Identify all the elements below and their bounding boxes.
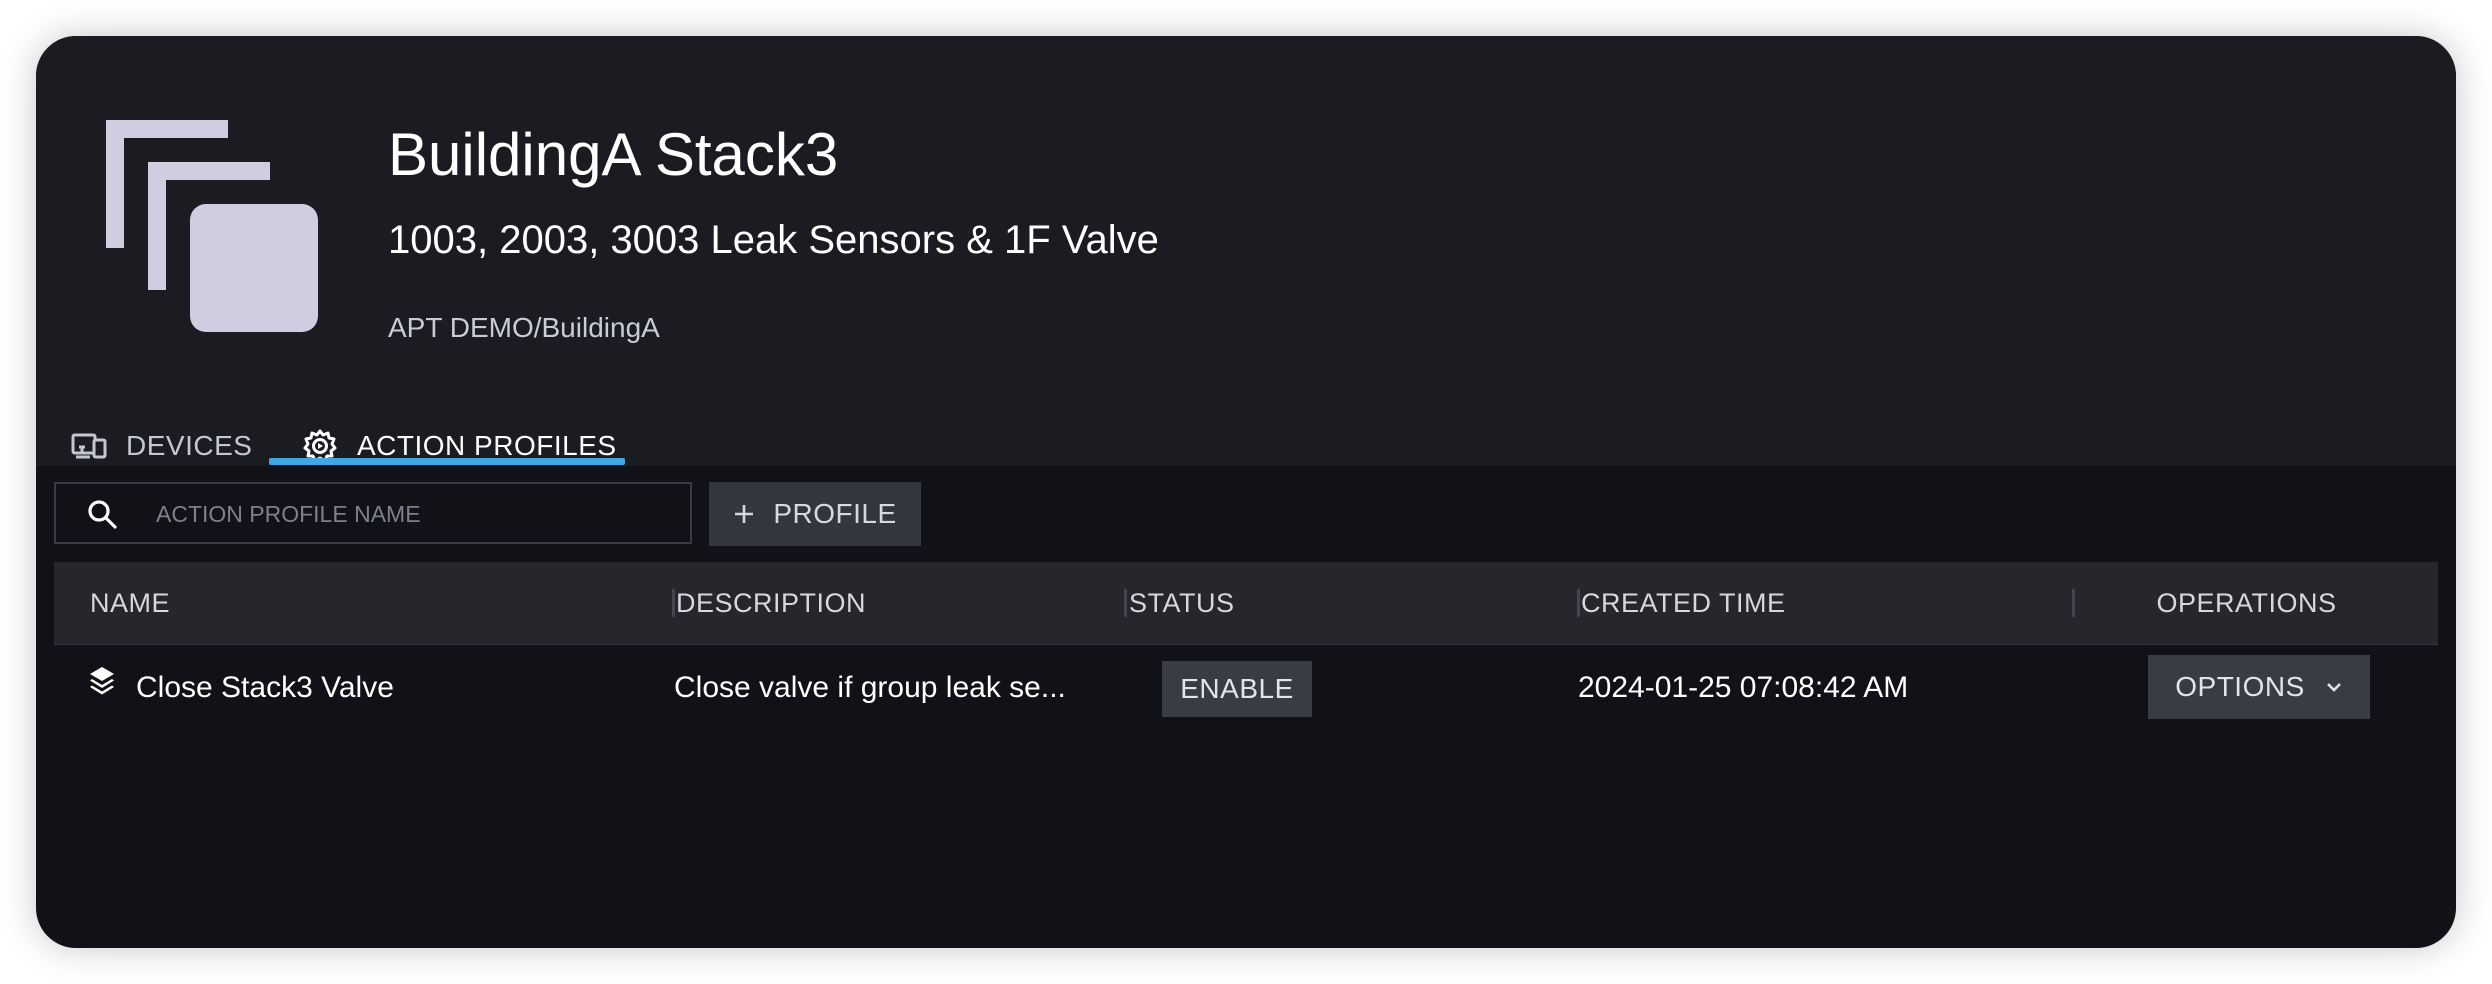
column-header-created-time[interactable]: CREATED TIME — [1581, 562, 1786, 644]
chevron-down-icon — [2326, 683, 2341, 692]
profile-search[interactable] — [54, 482, 692, 544]
column-resize-handle[interactable] — [1124, 589, 1127, 617]
profile-name[interactable]: Close Stack3 Valve — [136, 645, 394, 731]
breadcrumb: APT DEMO/BuildingA — [388, 312, 660, 343]
search-input[interactable] — [154, 494, 678, 534]
status-toggle-button[interactable]: ENABLE — [1162, 661, 1312, 717]
column-resize-handle[interactable] — [672, 589, 675, 617]
app-window: BuildingA Stack3 1003, 2003, 3003 Leak S… — [36, 36, 2456, 948]
column-resize-handle[interactable] — [2072, 589, 2075, 617]
add-profile-label: PROFILE — [773, 498, 897, 529]
plus-icon — [735, 505, 754, 523]
search-icon — [88, 500, 117, 529]
devices-icon — [70, 427, 108, 465]
profile-description: Close valve if group leak se... — [674, 671, 1066, 704]
created-time: 2024-01-25 07:08:42 AM — [1578, 671, 1909, 704]
group-stack-icon — [106, 120, 318, 332]
layers-icon — [90, 667, 114, 695]
options-dropdown-button[interactable]: OPTIONS — [2148, 655, 2370, 719]
column-header-description[interactable]: DESCRIPTION — [676, 562, 866, 644]
column-header-operations: OPERATIONS — [2156, 588, 2337, 618]
add-profile-button[interactable]: PROFILE — [709, 482, 921, 546]
column-resize-handle[interactable] — [1577, 589, 1580, 617]
page-title: BuildingA Stack3 — [388, 121, 839, 188]
column-header-status[interactable]: STATUS — [1129, 562, 1235, 644]
tab-devices-label: DEVICES — [126, 430, 253, 461]
column-header-name[interactable]: NAME — [90, 562, 170, 644]
active-tab-indicator — [269, 458, 625, 465]
group-header: BuildingA Stack3 1003, 2003, 3003 Leak S… — [36, 36, 2456, 466]
table-header: NAME DESCRIPTION STATUS CREATED TIME OPE… — [54, 562, 2438, 645]
options-label: OPTIONS — [2175, 671, 2305, 702]
page-subtitle: 1003, 2003, 3003 Leak Sensors & 1F Valve — [388, 218, 1159, 262]
table-row[interactable]: Close Stack3 Valve Close valve if group … — [54, 645, 2438, 731]
